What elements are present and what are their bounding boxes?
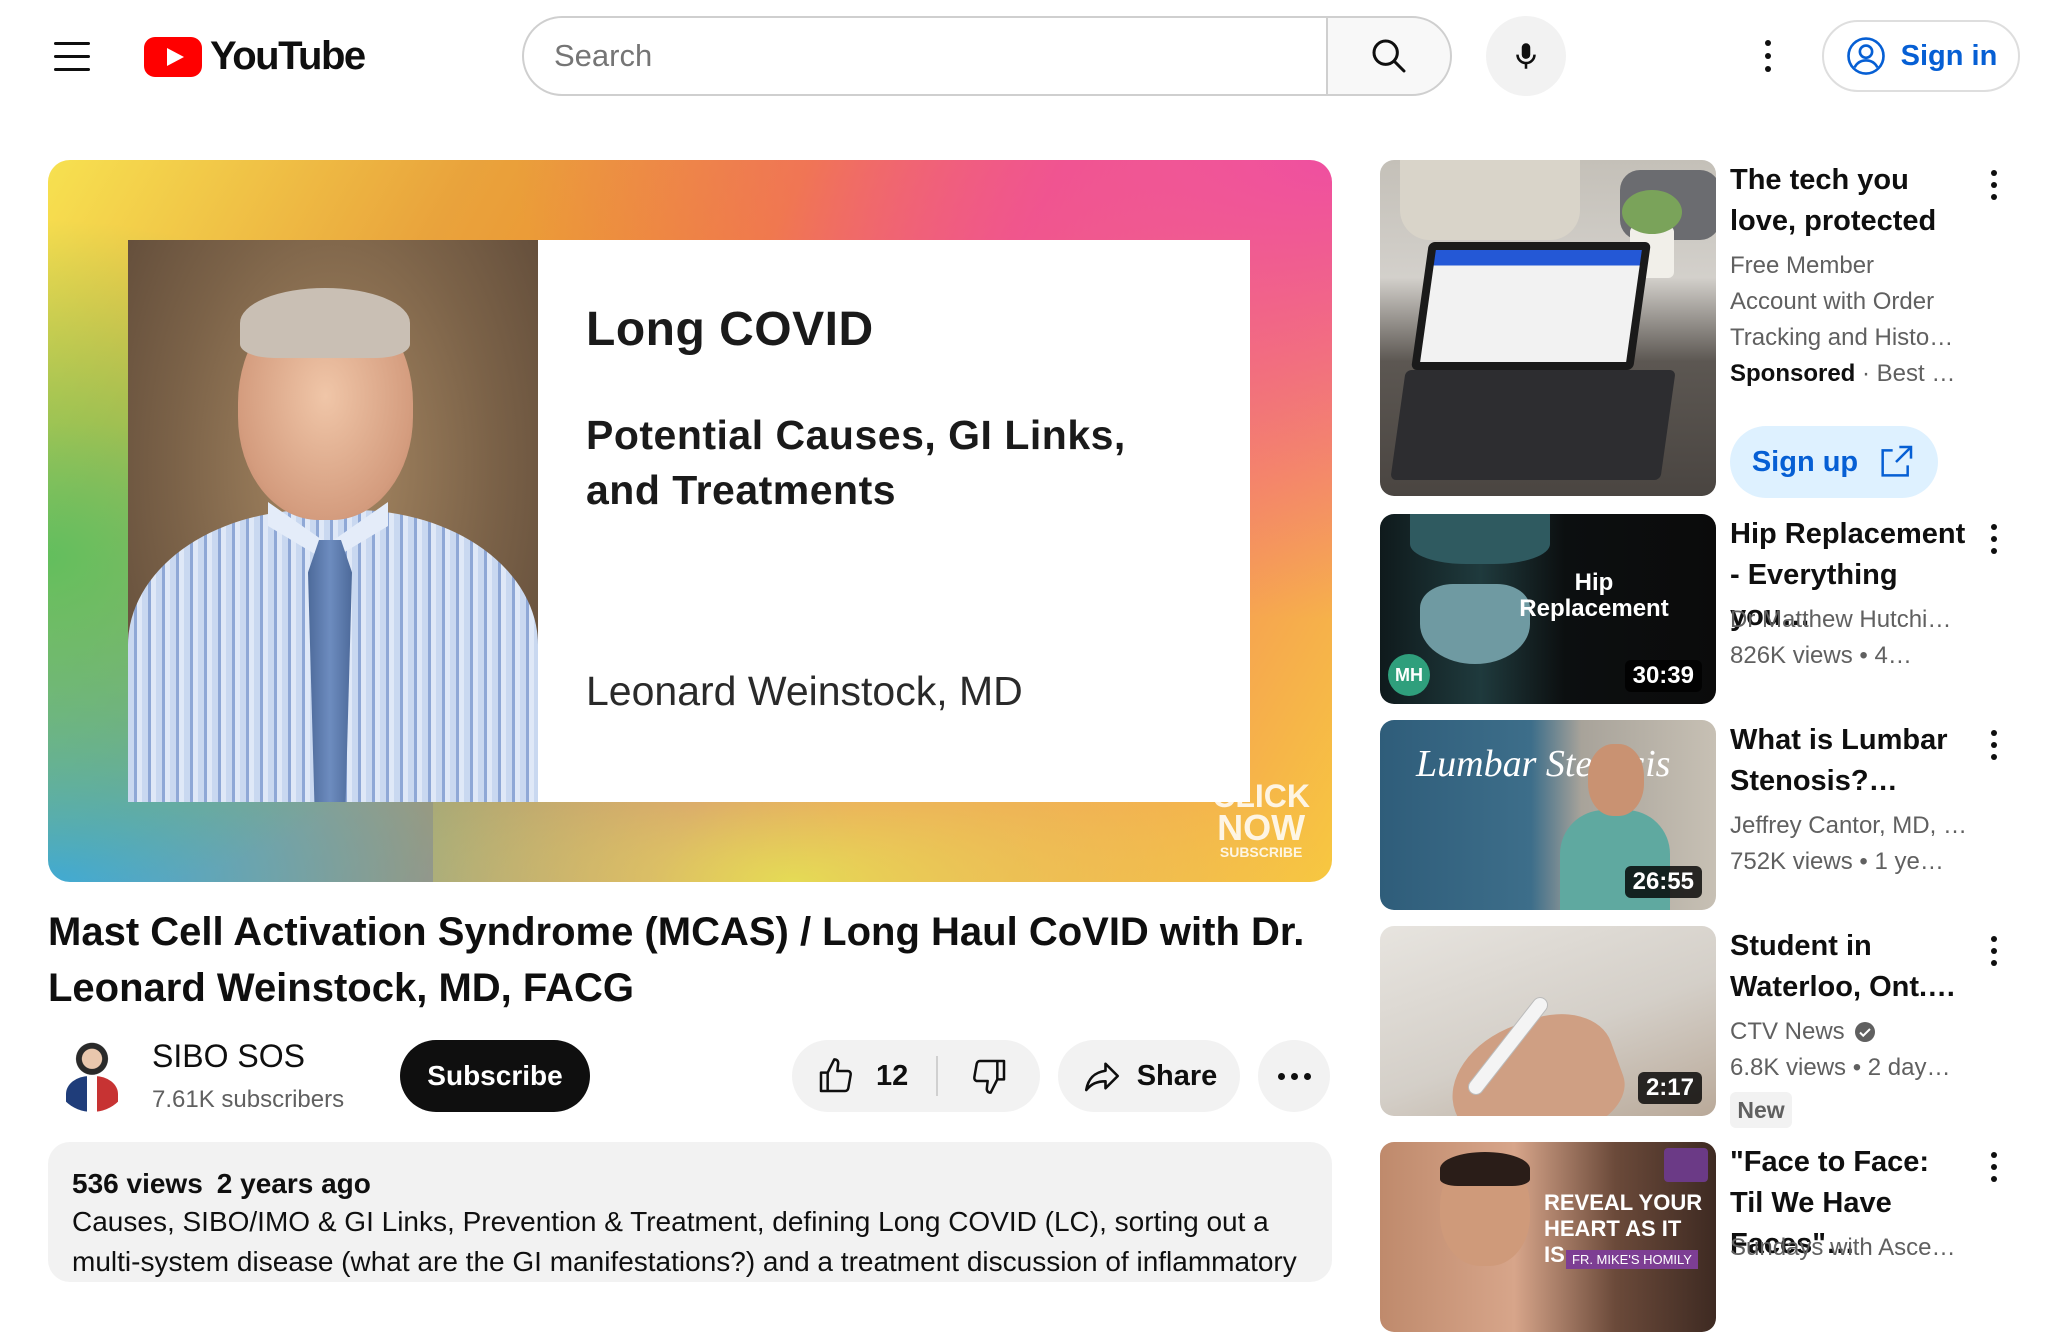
- rec-thumbnail-face-to-face[interactable]: REVEAL YOUR HEART AS IT IS FR. MIKE'S HO…: [1380, 1142, 1716, 1332]
- rec-channel[interactable]: Sundays with Asce…: [1730, 1230, 1970, 1266]
- video-duration: 26:55: [1624, 866, 1702, 898]
- thumb-text: Hip Replacement: [1519, 569, 1669, 622]
- more-horiz-icon: [1277, 1072, 1285, 1080]
- rec-stats: 826K views • 4…: [1730, 642, 1912, 669]
- external-link-icon: [1881, 445, 1913, 477]
- rec-channel[interactable]: CTV News: [1730, 1014, 1970, 1050]
- search-button[interactable]: [1326, 16, 1452, 96]
- account-circle-icon: [1846, 37, 1885, 75]
- rec-channel[interactable]: Jeffrey Cantor, MD, …: [1730, 808, 1970, 844]
- rec-more-button[interactable]: [1976, 720, 2012, 770]
- verified-badge-icon: [1854, 1022, 1875, 1042]
- sign-in-label: Sign in: [1900, 39, 1998, 72]
- thumb-subtext: FR. MIKE'S HOMILY: [1566, 1250, 1698, 1269]
- speaker-portrait: [128, 240, 538, 802]
- menu-button[interactable]: [40, 28, 104, 84]
- rec-more-button[interactable]: [1976, 1142, 2012, 1192]
- share-button[interactable]: Share: [1058, 1040, 1240, 1112]
- sign-in-button[interactable]: Sign in: [1822, 20, 2020, 92]
- menu-icon: [54, 41, 90, 45]
- channel-avatar[interactable]: [54, 1036, 130, 1112]
- rec-title[interactable]: What is Lumbar Stenosis?…: [1730, 720, 1970, 802]
- dislike-button[interactable]: [938, 1040, 1040, 1112]
- video-duration: 2:17: [1637, 1072, 1702, 1104]
- upload-age: 2 years ago: [216, 1168, 371, 1199]
- rec-more-button[interactable]: [1976, 514, 2012, 564]
- thumb-up-icon: [819, 1058, 852, 1093]
- video-duration: 30:39: [1624, 660, 1702, 692]
- logo-text: YouTube: [210, 34, 366, 78]
- channel-name[interactable]: SIBO SOS: [152, 1038, 305, 1075]
- description-text: Causes, SIBO/IMO & GI Links, Prevention …: [72, 1206, 1297, 1277]
- rec-thumbnail-hip-replacement[interactable]: Hip Replacement MH 30:39: [1380, 514, 1716, 704]
- signup-label: Sign up: [1751, 445, 1859, 478]
- subscriber-count: 7.61K subscribers: [152, 1086, 345, 1113]
- more-vert-icon: [1991, 170, 1997, 176]
- share-icon: [1084, 1062, 1119, 1092]
- more-actions-button[interactable]: [1258, 1040, 1330, 1112]
- rec-thumbnail-lumbar-stenosis[interactable]: Lumbar Stenosis 26:55: [1380, 720, 1716, 910]
- thumb-down-icon: [973, 1059, 1006, 1094]
- rec-stats: 6.8K views • 2 day…: [1730, 1054, 1951, 1081]
- ad-signup-button[interactable]: Sign up: [1730, 426, 1938, 498]
- like-count: 12: [876, 1059, 909, 1092]
- voice-search-button[interactable]: [1486, 16, 1566, 96]
- search-icon: [1372, 39, 1406, 73]
- title-slide: Long COVID Potential Causes, GI Links, a…: [128, 240, 1250, 802]
- search-box[interactable]: [522, 16, 1327, 96]
- like-button[interactable]: 12: [792, 1040, 936, 1112]
- video-player[interactable]: Long COVID Potential Causes, GI Links, a…: [48, 160, 1332, 882]
- settings-more-button[interactable]: [1740, 26, 1796, 86]
- youtube-logo-icon: [144, 36, 202, 77]
- ad-meta: Sponsored · Best …: [1730, 360, 1956, 387]
- slide-author: Leonard Weinstock, MD: [586, 668, 1023, 714]
- rec-channel[interactable]: Dr Matthew Hutchi…: [1730, 602, 1970, 638]
- more-vert-icon: [1991, 1152, 1997, 1158]
- rec-stats: 752K views • 1 ye…: [1730, 848, 1944, 875]
- ad-more-button[interactable]: [1976, 160, 2012, 210]
- ad-thumbnail[interactable]: [1380, 160, 1716, 496]
- more-vert-icon: [1991, 524, 1997, 530]
- share-label: Share: [1136, 1059, 1218, 1092]
- rec-thumbnail-student-waterloo[interactable]: 2:17: [1380, 926, 1716, 1116]
- subscribe-watermark[interactable]: CLICK NOW SUBSCRIBE: [1212, 780, 1310, 860]
- rec-more-button[interactable]: [1976, 926, 2012, 976]
- video-title: Mast Cell Activation Syndrome (MCAS) / L…: [48, 910, 1305, 1010]
- search-input[interactable]: [554, 38, 1327, 74]
- slide-title: Long COVID: [586, 303, 874, 356]
- channel-badge: MH: [1388, 654, 1430, 696]
- more-vert-icon: [1765, 40, 1771, 46]
- more-vert-icon: [1991, 936, 1997, 942]
- youtube-logo[interactable]: YouTube: [144, 34, 366, 79]
- description-box[interactable]: 536 views 2 years ago Causes, SIBO/IMO &…: [48, 1142, 1332, 1282]
- advertiser-name: Best …: [1876, 360, 1956, 387]
- like-dislike-group: 12: [792, 1040, 1040, 1112]
- view-count: 536 views: [72, 1168, 203, 1199]
- slide-subtitle: Potential Causes, GI Links, and Treatmen…: [586, 412, 1126, 513]
- subscribe-button[interactable]: Subscribe: [400, 1040, 590, 1112]
- sponsored-label: Sponsored: [1730, 360, 1856, 387]
- new-badge: New: [1730, 1092, 1792, 1128]
- more-vert-icon: [1991, 730, 1997, 736]
- ad-title[interactable]: The tech you love, protected: [1730, 160, 1960, 242]
- ad-description: Free Member Account with Order Tracking …: [1730, 252, 1954, 351]
- rec-title[interactable]: Student in Waterloo, Ont.…: [1730, 926, 1970, 1008]
- microphone-icon: [1516, 43, 1536, 69]
